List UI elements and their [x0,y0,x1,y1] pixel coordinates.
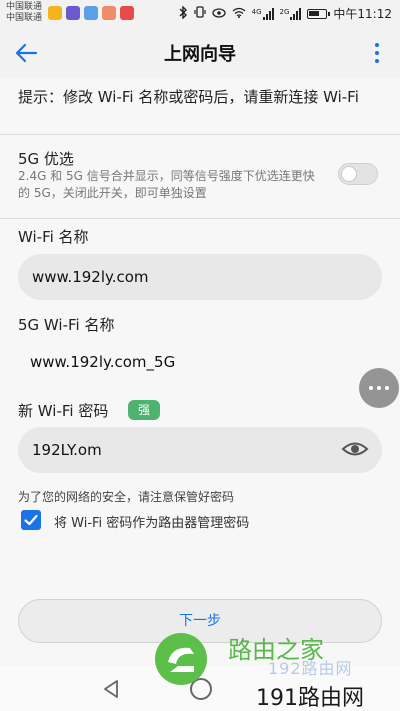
more-vertical-icon [372,43,382,63]
divider [0,134,400,135]
red-app-icon [120,6,134,20]
wifi-icon [232,7,246,21]
vibrate-icon [194,6,206,21]
signal-bars-1-icon [262,7,274,20]
admin-password-checkbox[interactable] [21,510,41,530]
signal-bars-2-icon [290,7,302,20]
notification-icons [48,6,134,20]
signal-2: 2G [279,7,302,20]
admin-password-label: 将 Wi-Fi 密码作为路由器管理密码 [54,516,250,531]
show-password-button[interactable] [340,437,370,461]
reconnect-hint: 提示：修改 Wi-Fi 名称或密码后，请重新连接 Wi-Fi [18,88,359,106]
app-bar: 上网向导 [0,28,400,78]
new-password-label: 新 Wi-Fi 密码 [18,402,109,420]
main-content: 提示：修改 Wi-Fi 名称或密码后，请重新连接 Wi-Fi 5G 优选 2.4… [0,78,400,666]
wifi-name-label: Wi-Fi 名称 [18,228,89,246]
status-right: 4G 2G 中午11:12 [179,4,392,22]
floating-more-button[interactable] [359,368,399,408]
weibo-icon [48,6,62,20]
network-type-1: 4G [251,7,262,16]
clock: 中午11:12 [333,7,392,21]
new-password-input[interactable]: 192LY.om [18,427,382,473]
checkmark-icon [24,514,38,526]
pref-5g-title: 5G 优选 [18,150,74,168]
triangle-back-icon [104,680,118,698]
carrier-info: 中国联通 中国联通 [6,2,42,24]
pref-5g-toggle[interactable] [338,163,378,185]
watermark-logo [155,633,207,685]
network-type-2: 2G [279,7,290,16]
battery-icon [307,8,331,19]
carrier-1: 中国联通 [6,2,43,12]
more-options-button[interactable] [372,41,382,65]
watermark-brand-site: 191路由网 [256,686,364,711]
eye-comfort-icon [211,7,226,21]
carrier-2: 中国联通 [6,13,43,23]
toggle-knob [341,166,357,182]
divider [0,218,400,219]
pref-5g-description: 2.4G 和 5G 信号合并显示，同等信号强度下优选连更快的 5G，关闭此开关，… [18,169,315,200]
photo-app-icon [102,6,116,20]
video-app-icon [66,6,80,20]
wifi-5g-name-value[interactable]: www.192ly.com_5G [30,353,175,371]
wifi-5g-name-label: 5G Wi-Fi 名称 [18,316,115,334]
security-note: 为了您的网络的安全，请注意保管好密码 [18,490,235,504]
status-bar: 中国联通 中国联通 4G 2G 中午11:12 [0,0,400,28]
password-strength-badge: 强 [128,400,160,420]
eye-icon [341,442,369,456]
page-title: 上网向导 [164,44,236,65]
bluetooth-icon [179,4,188,22]
nav-back-button[interactable] [100,678,122,700]
signal-1: 4G [251,7,274,20]
flower-app-icon [84,6,98,20]
wifi-name-input[interactable]: www.192ly.com [18,254,382,300]
watermark-brand-faint: 192路由网 [268,659,353,678]
